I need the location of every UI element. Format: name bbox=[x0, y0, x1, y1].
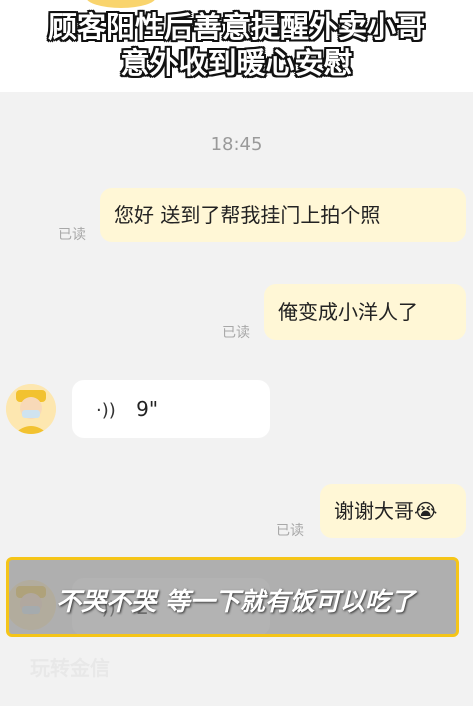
message-text: 您好 送到了帮我挂门上拍个照 bbox=[114, 203, 381, 227]
watermark: 玩转金信 bbox=[30, 656, 110, 680]
outgoing-message-bubble[interactable]: 俺变成小洋人了 bbox=[264, 284, 466, 340]
read-receipt: 已读 bbox=[276, 523, 304, 539]
headline-line-1: 顾客阳性后善意提醒外卖小哥 bbox=[47, 10, 425, 44]
headline-line-2: 意外收到暖心安慰 bbox=[120, 46, 353, 80]
avatar[interactable] bbox=[6, 384, 56, 434]
message-timestamp: 18:45 bbox=[210, 134, 263, 155]
voice-wave-icon: ·)) bbox=[96, 400, 116, 421]
message-text: 俺变成小洋人了 bbox=[278, 300, 418, 324]
voice-duration: 9" bbox=[136, 397, 159, 421]
outgoing-message-bubble[interactable]: 您好 送到了帮我挂门上拍个照 bbox=[100, 188, 466, 242]
decorative-blob bbox=[86, 0, 156, 8]
outgoing-message-bubble[interactable]: 谢谢大哥😭 bbox=[320, 484, 466, 538]
read-receipt: 已读 bbox=[222, 325, 250, 341]
subtitle-text: 不哭不哭 等一下就有饭可以吃了 bbox=[56, 587, 415, 616]
avatar-icon bbox=[6, 384, 56, 434]
read-receipt: 已读 bbox=[58, 227, 86, 243]
message-text: 谢谢大哥😭 bbox=[334, 499, 438, 523]
incoming-voice-message[interactable]: ·)) 9" bbox=[72, 380, 270, 438]
subtitle-box: 不哭不哭 等一下就有饭可以吃了 bbox=[6, 557, 459, 637]
